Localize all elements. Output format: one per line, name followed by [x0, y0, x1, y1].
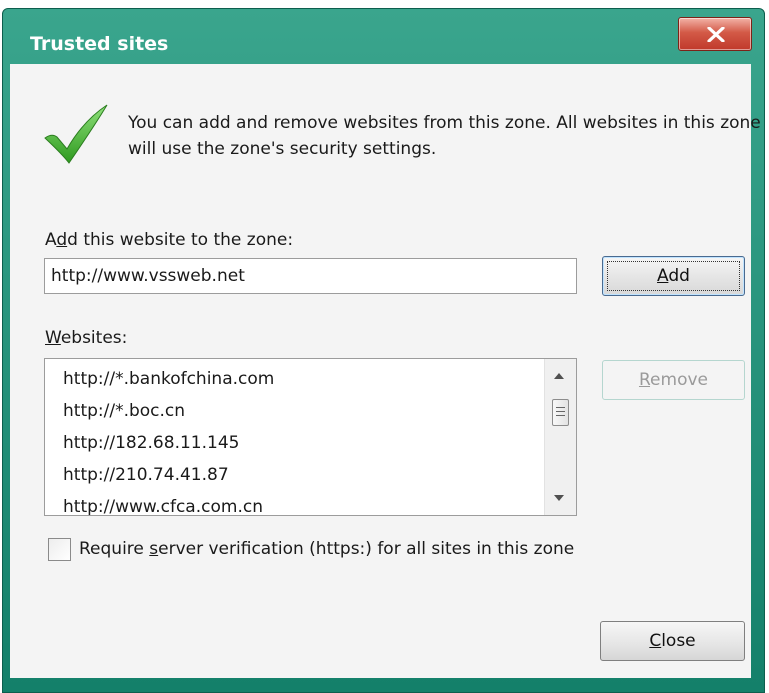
label-accelerator: s: [149, 539, 159, 559]
label-text: ebsites:: [60, 328, 128, 348]
button-accelerator: A: [657, 266, 669, 286]
add-button[interactable]: Add: [602, 256, 745, 296]
button-accelerator: R: [638, 370, 651, 390]
label-text: erver verification (https:) for all site…: [158, 539, 575, 559]
close-button[interactable]: Close: [600, 621, 745, 661]
button-label: lose: [661, 631, 696, 651]
scroll-up-arrow-icon[interactable]: [554, 373, 564, 379]
websites-listbox[interactable]: http://*.bankofchina.com http://*.boc.cn…: [44, 358, 577, 516]
checkmark-icon: [44, 104, 108, 164]
button-accelerator: C: [649, 631, 662, 651]
info-text: You can add and remove websites from thi…: [128, 113, 761, 159]
website-url-input[interactable]: [44, 258, 577, 294]
websites-label: Websites:: [45, 328, 127, 348]
scrollbar-thumb-icon[interactable]: [552, 399, 569, 426]
dialog-title: Trusted sites: [30, 33, 169, 55]
button-label: dd: [668, 266, 690, 286]
list-scrollbar[interactable]: [544, 359, 576, 515]
list-item[interactable]: http://www.cfca.com.cn: [63, 497, 263, 515]
label-text: d this website to the zone:: [67, 230, 294, 250]
require-verification-label[interactable]: Require server verification (https:) for…: [79, 539, 574, 559]
button-label: emove: [650, 370, 708, 390]
close-window-button[interactable]: [678, 17, 752, 51]
list-item[interactable]: http://*.boc.cn: [63, 401, 185, 421]
list-item[interactable]: http://*.bankofchina.com: [63, 369, 274, 389]
list-item[interactable]: http://210.74.41.87: [63, 465, 229, 485]
list-item[interactable]: http://182.68.11.145: [63, 433, 239, 453]
label-accelerator: d: [56, 230, 68, 250]
remove-button[interactable]: Remove: [602, 360, 745, 400]
label-text: Require: [79, 539, 150, 559]
label-text: A: [45, 230, 57, 250]
scroll-down-arrow-icon[interactable]: [554, 495, 564, 501]
add-website-label: Add this website to the zone:: [45, 230, 293, 250]
require-verification-checkbox[interactable]: [48, 538, 71, 561]
close-x-icon: [707, 27, 725, 42]
label-accelerator: W: [45, 328, 61, 348]
